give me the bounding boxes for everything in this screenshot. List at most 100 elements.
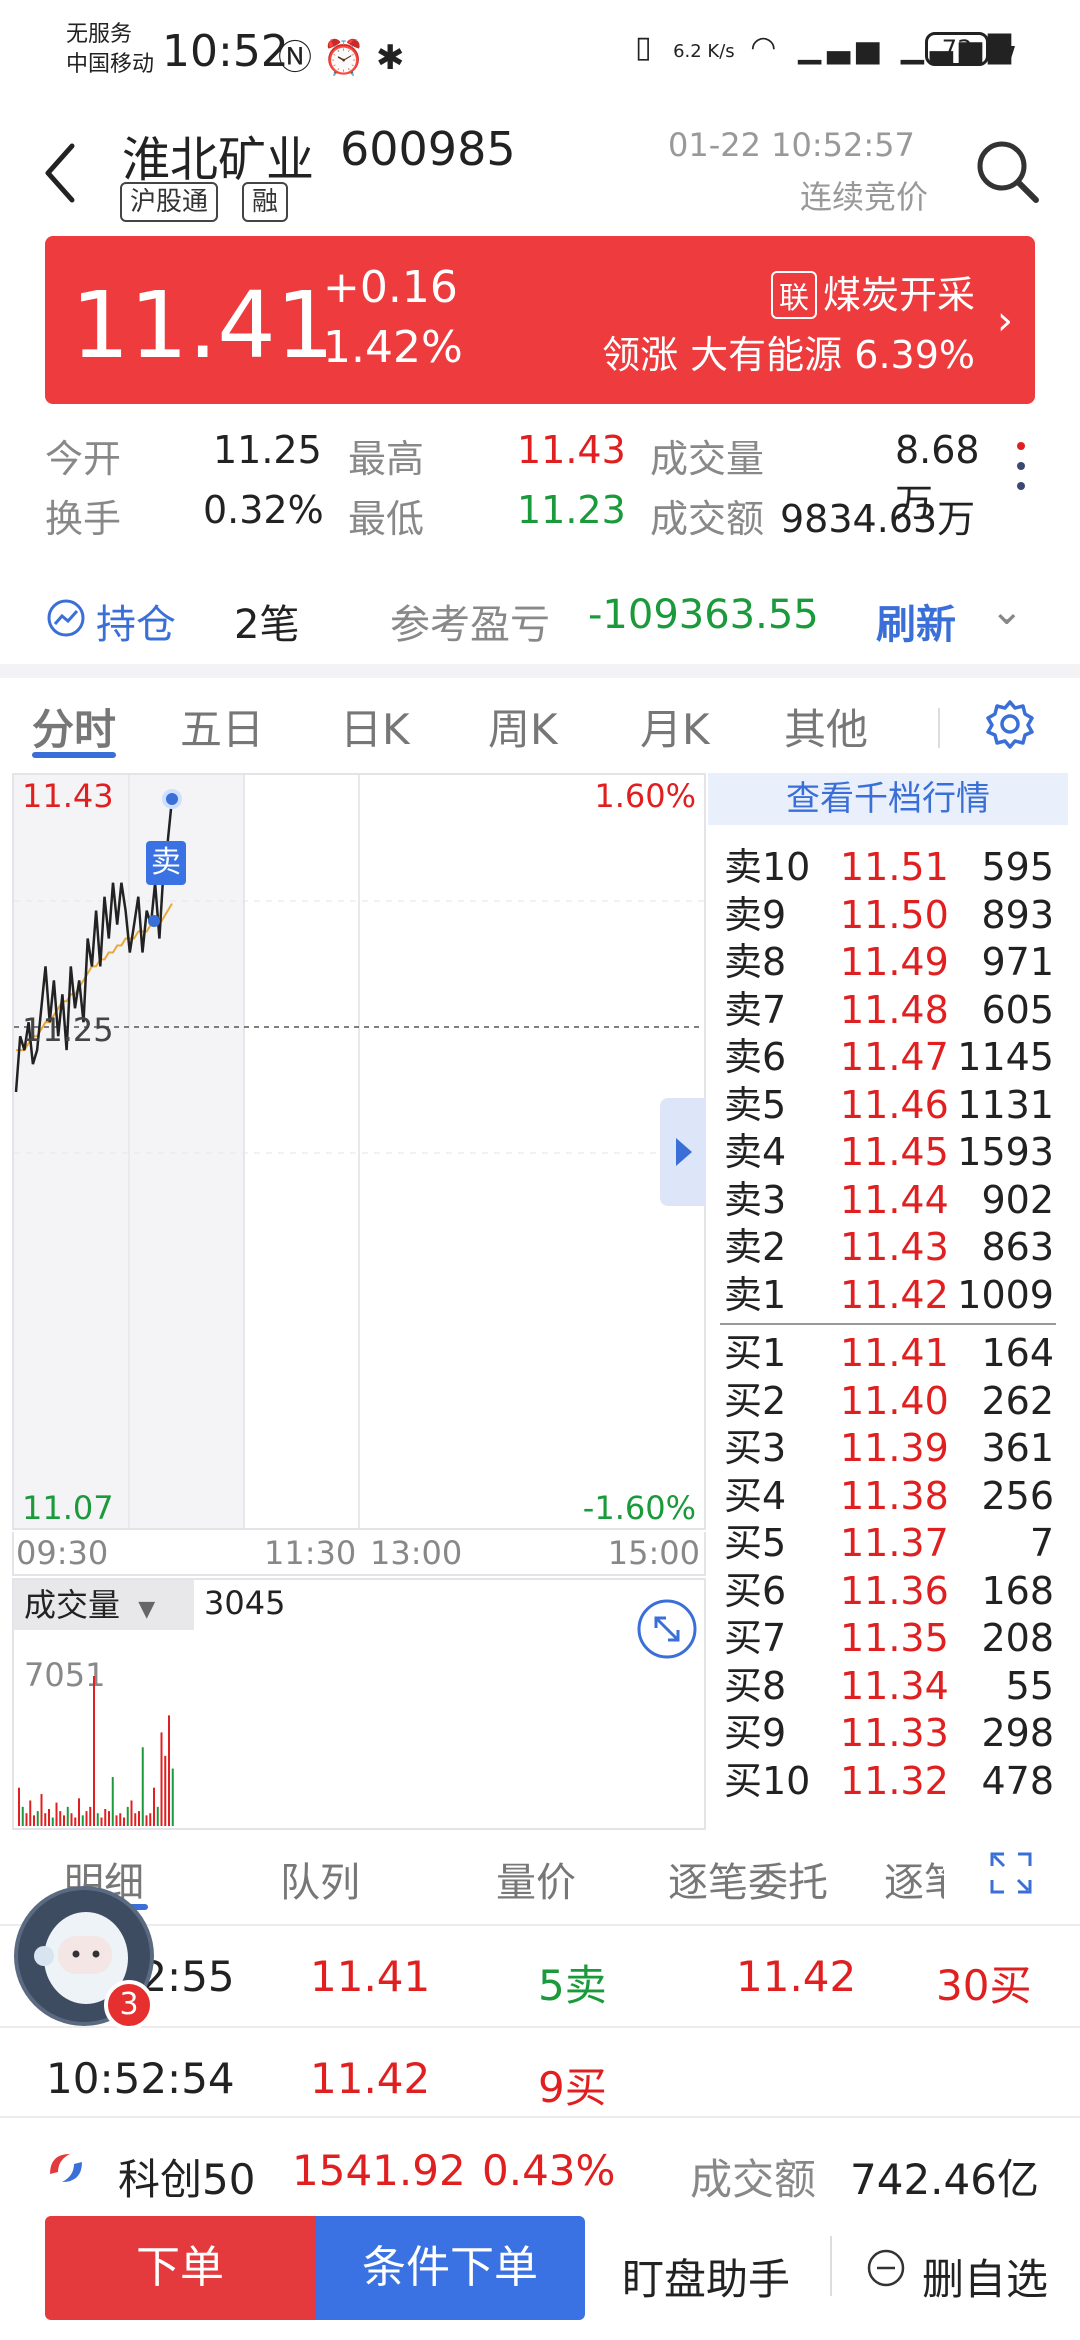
volume-bar — [134, 1813, 137, 1826]
orderbook-volume: 256 — [981, 1473, 1054, 1518]
volume-bar — [70, 1813, 73, 1826]
sell-marker[interactable]: 卖 — [146, 841, 186, 885]
tab-underline — [32, 752, 116, 758]
orderbook-price: 11.45 — [840, 1130, 949, 1174]
orderbook-price: 11.50 — [840, 892, 949, 937]
volume-bar — [164, 1755, 167, 1826]
book-divider — [720, 1323, 1056, 1325]
orderbook-row[interactable]: 买8 11.34 55 — [708, 1662, 1068, 1710]
orderbook-row[interactable]: 卖1 11.42 1009 — [708, 1271, 1068, 1319]
orderbook-row[interactable]: 卖6 11.47 1145 — [708, 1033, 1068, 1081]
fullscreen-icon[interactable] — [988, 1850, 1034, 1896]
sector-link[interactable]: 联煤炭开采 — [770, 264, 975, 319]
button-divider — [830, 2236, 832, 2296]
minus-circle-icon[interactable] — [866, 2248, 906, 2288]
tab-weekly-k[interactable]: 周K — [488, 696, 558, 757]
tab-monthly-k[interactable]: 月K — [640, 696, 710, 757]
volume-bar — [104, 1808, 107, 1826]
trade-qty: 5卖 — [538, 1961, 607, 2010]
orderbook-price: 11.51 — [840, 845, 949, 889]
orderbook-level: 买3 — [724, 1426, 787, 1470]
volume-bars — [18, 1676, 174, 1826]
chevron-down-icon[interactable]: ⌄ — [990, 588, 1024, 634]
orderbook-level: 卖3 — [724, 1177, 787, 1222]
orderbook-row[interactable]: 卖8 11.49 971 — [708, 938, 1068, 986]
depth-header-button[interactable]: 查看千档行情 — [708, 773, 1068, 825]
tab-tick-trades[interactable]: 逐笔 — [884, 1850, 944, 1908]
orderbook-price: 11.48 — [840, 987, 949, 1032]
orderbook-price: 11.47 — [840, 1035, 949, 1079]
tag-margin[interactable]: 融 — [242, 182, 289, 222]
orderbook-row[interactable]: 买9 11.33 298 — [708, 1709, 1068, 1757]
tab-intraday[interactable]: 分时 — [32, 696, 116, 757]
battery-indicator: 73 — [925, 32, 989, 66]
remove-watchlist-button[interactable]: 删自选 — [922, 2246, 1048, 2307]
stat-value-open: 11.25 — [213, 428, 322, 472]
orderbook-volume: 893 — [981, 892, 1054, 937]
leader-name: 大有能源 — [690, 333, 843, 377]
orderbook-level: 卖2 — [724, 1225, 787, 1269]
tab-queue[interactable]: 队列 — [280, 1850, 360, 1908]
orderbook-row[interactable]: 卖9 11.50 893 — [708, 891, 1068, 939]
tab-tick-orders[interactable]: 逐笔委托 — [668, 1850, 828, 1908]
volume-bar — [96, 1813, 99, 1826]
orderbook-row[interactable]: 卖7 11.48 605 — [708, 986, 1068, 1034]
orderbook-row[interactable]: 卖10 11.51 595 — [708, 843, 1068, 891]
orderbook-level: 卖8 — [724, 940, 787, 984]
orderbook-row[interactable]: 买2 11.40 262 — [708, 1377, 1068, 1425]
volume-bar — [93, 1676, 95, 1826]
carrier-line-2: 中国移动 — [66, 52, 155, 77]
trade-price: 11.42 — [736, 1952, 857, 2001]
chevron-right-icon[interactable]: › — [997, 298, 1013, 344]
sector-leader[interactable]: 领涨 大有能源 6.39% — [602, 324, 975, 379]
orderbook-row[interactable]: 卖3 11.44 902 — [708, 1176, 1068, 1224]
orderbook-row[interactable]: 卖4 11.45 1593 — [708, 1128, 1068, 1176]
index-bar[interactable]: 科创50 1541.92 0.43% 成交额 742.46亿 — [0, 2116, 1080, 2216]
holding-count: 2笔 — [234, 602, 300, 648]
expand-orderbook-button[interactable] — [660, 1098, 706, 1206]
intraday-chart[interactable]: 11.43 1.60% 11.25 11.07 -1.60% 卖 — [12, 773, 706, 1530]
tab-five-day[interactable]: 五日 — [180, 696, 264, 757]
orderbook-price: 11.38 — [840, 1473, 949, 1518]
carrier-line-1: 无服务 — [66, 22, 133, 47]
volume-bar — [168, 1715, 170, 1826]
gear-icon[interactable] — [984, 698, 1036, 750]
refresh-button[interactable]: 刷新 — [876, 592, 956, 650]
trading-session: 连续竞价 — [800, 178, 929, 216]
orderbook-row[interactable]: 买6 11.36 168 — [708, 1567, 1068, 1615]
orderbook-row[interactable]: 买4 11.38 256 — [708, 1472, 1068, 1520]
orderbook-row[interactable]: 买3 11.39 361 — [708, 1424, 1068, 1472]
quote-datetime: 01-22 10:52:57 — [668, 126, 915, 164]
tab-volume-price[interactable]: 量价 — [496, 1850, 576, 1908]
stat-value-low: 11.23 — [517, 488, 626, 532]
order-button[interactable]: 下单 — [45, 2216, 315, 2320]
orderbook-row[interactable]: 买5 11.37 7 — [708, 1519, 1068, 1567]
trend-icon — [47, 599, 85, 637]
volume-bar — [25, 1813, 28, 1826]
search-icon[interactable] — [972, 136, 1042, 206]
orderbook-row[interactable]: 买10 11.32 478 — [708, 1757, 1068, 1805]
orderbook-row[interactable]: 买1 11.41 164 — [708, 1329, 1068, 1377]
volume-bar — [108, 1811, 110, 1826]
conditional-order-button[interactable]: 条件下单 — [315, 2216, 585, 2320]
holding-row[interactable]: 持仓 2笔 参考盈亏 -109363.55 刷新 ⌄ — [0, 566, 1080, 676]
orderbook-row[interactable]: 买7 11.35 208 — [708, 1614, 1068, 1662]
monitor-assistant-button[interactable]: 盯盘助手 — [622, 2246, 790, 2307]
orderbook-row[interactable]: 卖5 11.46 1131 — [708, 1081, 1068, 1129]
orderbook-volume: 1145 — [957, 1035, 1054, 1079]
y-axis-mid: 11.25 — [22, 1011, 114, 1049]
leader-pct: 6.39% — [854, 333, 975, 377]
pnl-label: 参考盈亏 — [390, 602, 550, 648]
back-arrow-icon[interactable] — [40, 138, 80, 208]
net-speed: 6.2 K/s — [673, 41, 735, 62]
tab-daily-k[interactable]: 日K — [340, 696, 410, 757]
orderbook-row[interactable]: 卖2 11.43 863 — [708, 1223, 1068, 1271]
tag-hsgt[interactable]: 沪股通 — [120, 182, 219, 222]
y-axis-top: 11.43 — [22, 777, 114, 815]
orderbook-volume: 1593 — [957, 1130, 1054, 1174]
holding-label: 持仓 — [96, 602, 176, 648]
tab-other[interactable]: 其他 — [784, 696, 868, 757]
volume-bar — [44, 1813, 47, 1826]
index-pct: 0.43% — [482, 2146, 616, 2195]
more-options-icon[interactable] — [1006, 426, 1036, 506]
